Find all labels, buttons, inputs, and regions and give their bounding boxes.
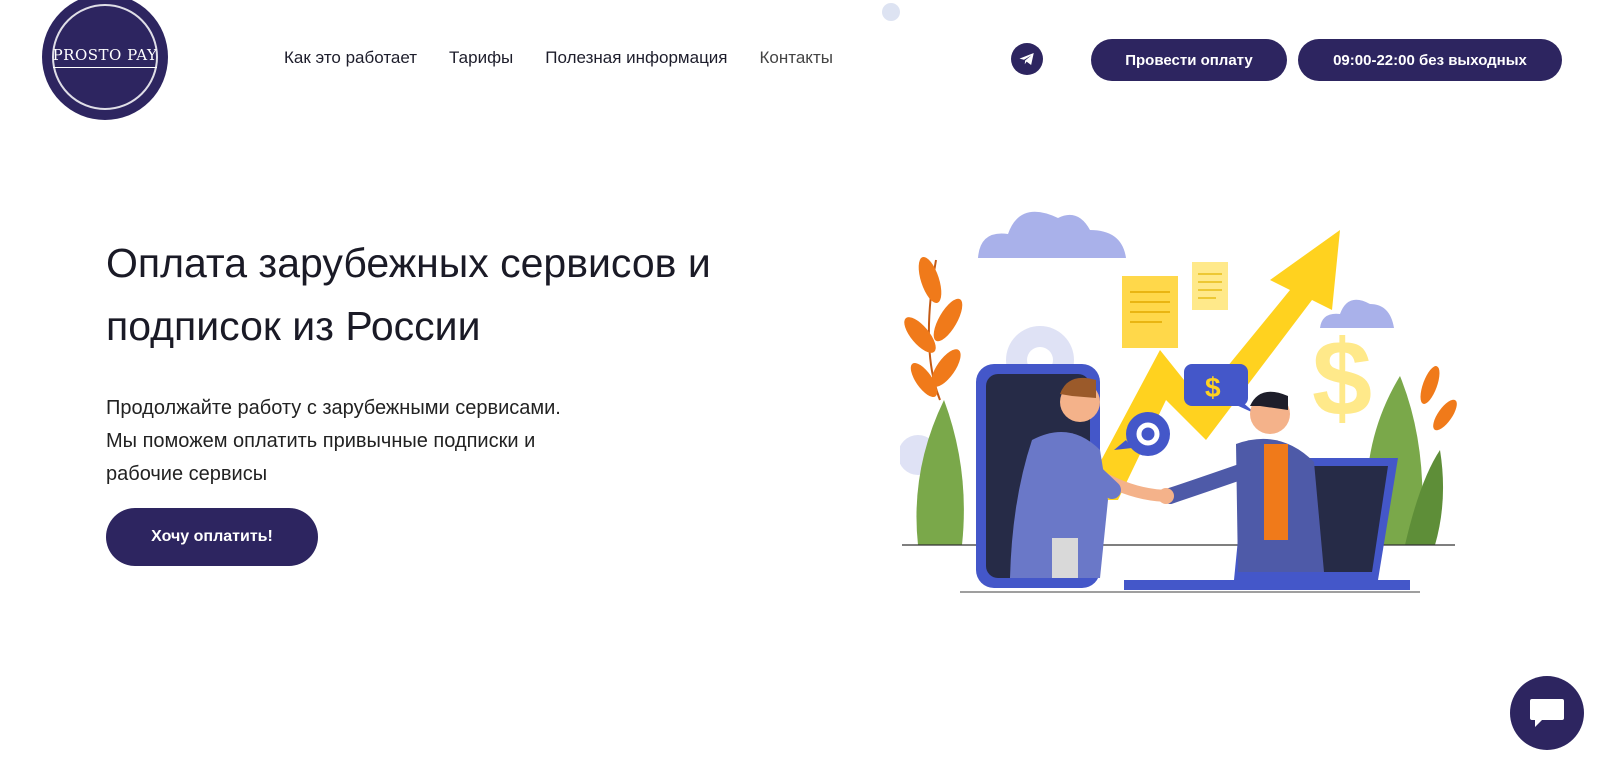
hero-subtitle: Продолжайте работу с зарубежными сервиса… (106, 392, 686, 491)
plant-left-icon (904, 257, 964, 545)
want-to-pay-button[interactable]: Хочу оплатить! (106, 508, 318, 566)
hero-title-line-1: Оплата зарубежных сервисов и (106, 240, 711, 286)
nav-how-it-works[interactable]: Как это работает (284, 48, 417, 68)
svg-text:$: $ (1205, 372, 1221, 403)
chat-bubble-icon[interactable] (1510, 676, 1584, 750)
handshake-illustration: $ $ (900, 211, 1457, 593)
hero-subtitle-line-2: Мы поможем оплатить привычные подписки и (106, 430, 536, 452)
note-icon (1192, 262, 1228, 310)
hero-title-line-2: подписок из России (106, 303, 481, 349)
telegram-plane-glyph (1019, 53, 1034, 65)
hero-subtitle-line-1: Продолжайте работу с зарубежными сервиса… (106, 397, 561, 419)
hero-title: Оплата зарубежных сервисов и подписок из… (106, 232, 826, 358)
cloud-icon (978, 211, 1126, 258)
logo[interactable]: PROSTO PAY (42, 0, 168, 120)
laptop-base (1124, 580, 1410, 590)
nav-contacts[interactable]: Контакты (760, 48, 833, 68)
main-nav: Как это работает Тарифы Полезная информа… (284, 48, 865, 68)
hero-subtitle-line-3: рабочие сервисы (106, 463, 268, 485)
dollar-sign-icon: $ (1312, 317, 1372, 438)
chat-glyph (1530, 699, 1564, 727)
nav-useful-info[interactable]: Полезная информация (545, 48, 727, 68)
logo-text: PROSTO PAY (52, 46, 158, 68)
make-payment-button[interactable]: Провести оплату (1091, 39, 1287, 81)
site-header: PROSTO PAY Как это работает Тарифы Полез… (0, 0, 1600, 120)
nav-tariffs[interactable]: Тарифы (449, 48, 513, 68)
working-hours-button[interactable]: 09:00-22:00 без выходных (1298, 39, 1562, 81)
decorative-dot (882, 3, 900, 21)
telegram-icon[interactable] (1011, 43, 1043, 75)
